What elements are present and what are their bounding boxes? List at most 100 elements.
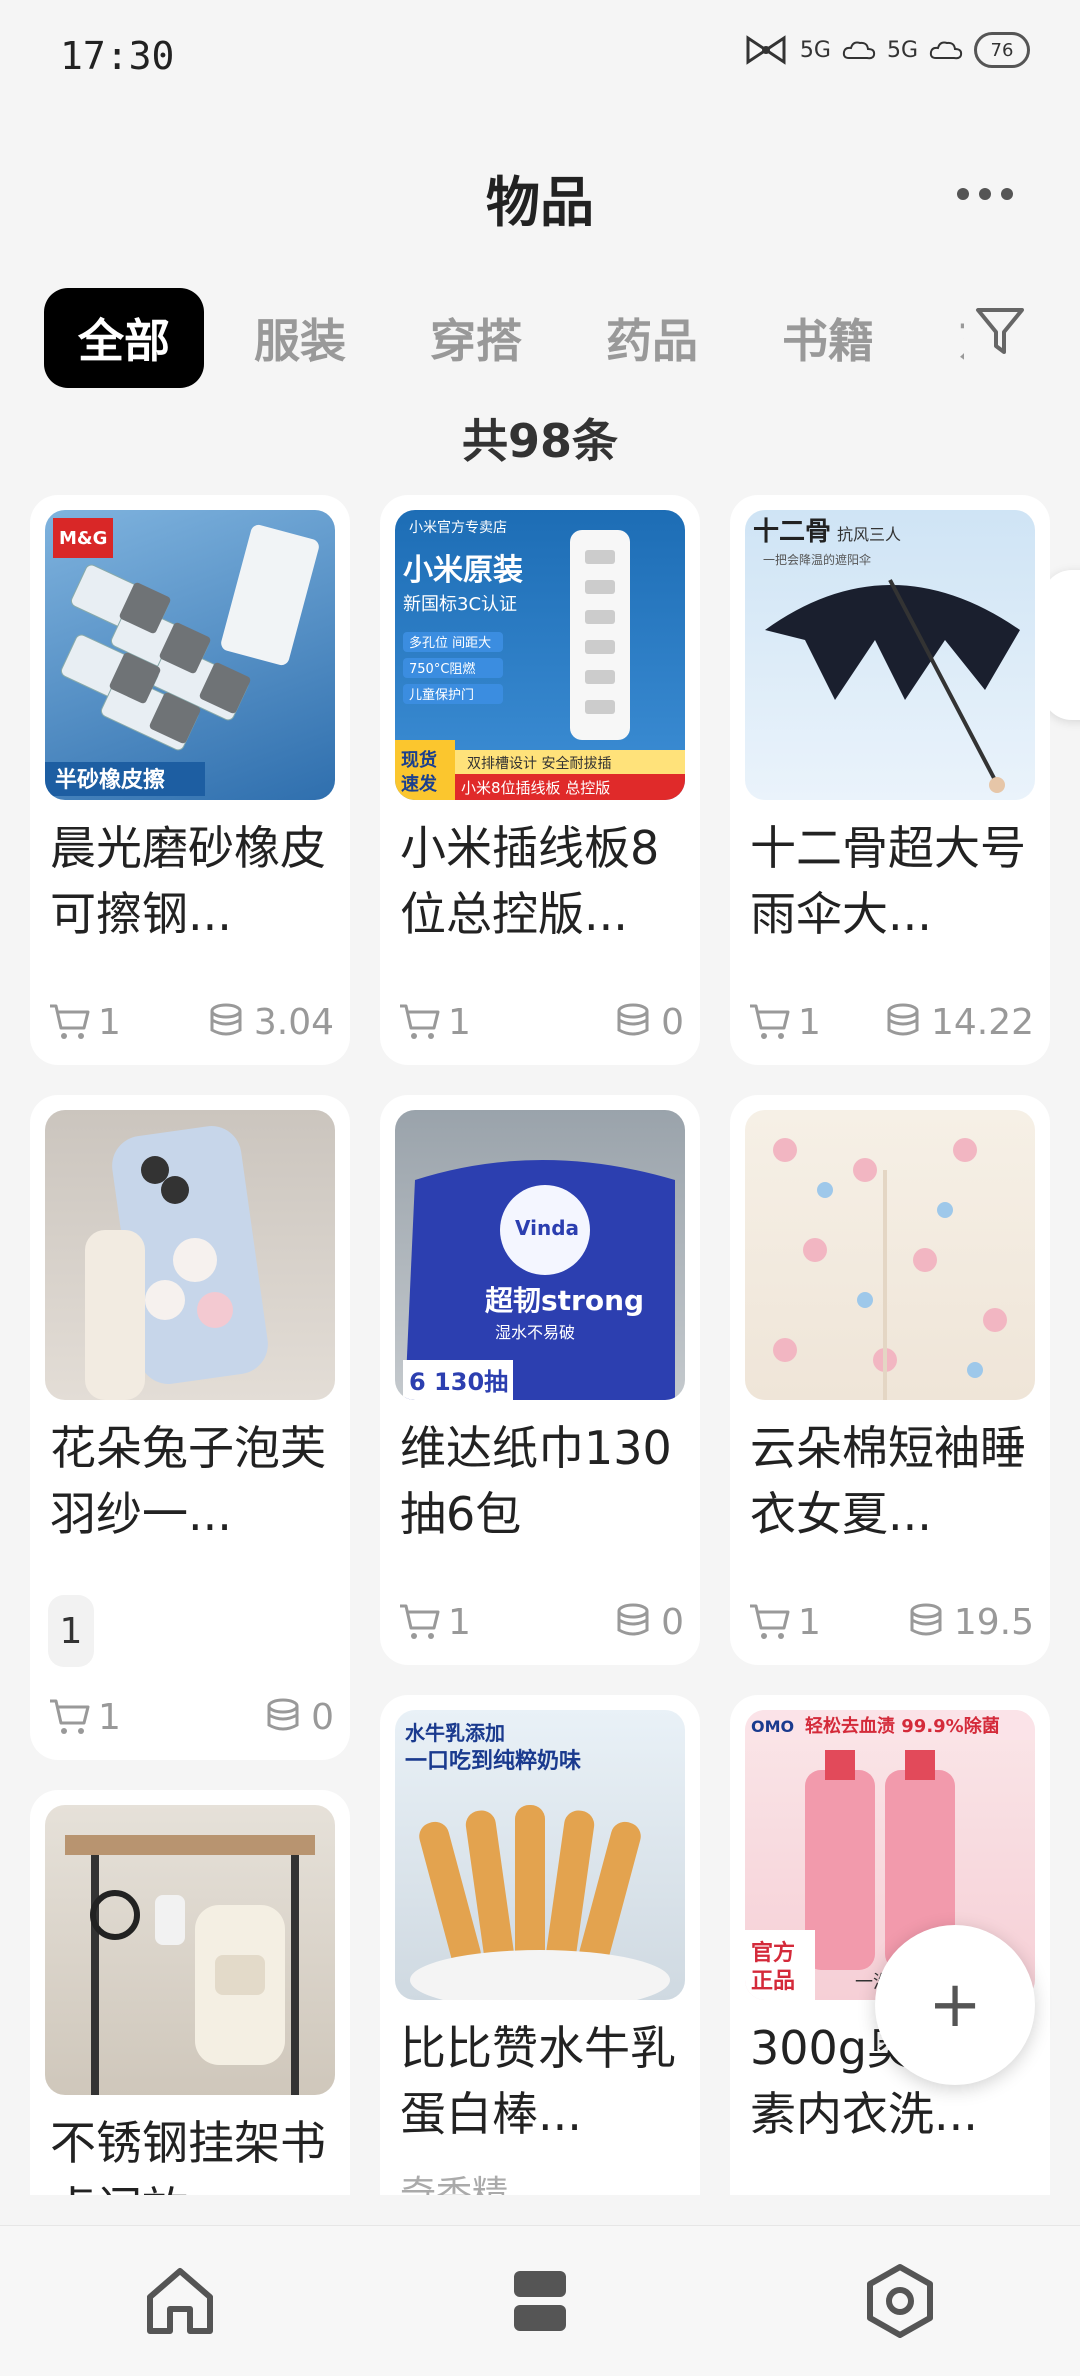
dot-icon xyxy=(957,188,969,200)
items-icon xyxy=(514,2271,566,2331)
svg-text:超韧strong: 超韧strong xyxy=(485,1284,644,1317)
item-card[interactable]: Vinda 超韧strong 湿水不易破 6 130抽 维达纸巾130抽6包 1… xyxy=(380,1095,700,1665)
dot-icon xyxy=(979,188,991,200)
svg-text:半砂橡皮擦: 半砂橡皮擦 xyxy=(55,767,165,793)
item-image xyxy=(745,1110,1035,1400)
tab-clothing[interactable]: 服装 xyxy=(220,288,380,388)
item-title: 花朵兔子泡芙羽纱一... xyxy=(50,1421,326,1541)
svg-text:十二骨: 十二骨 xyxy=(753,517,831,547)
item-quantity: 1 xyxy=(798,1001,821,1043)
svg-text:抗风三人: 抗风三人 xyxy=(837,525,901,544)
bottom-nav xyxy=(0,2225,1080,2376)
item-card[interactable]: 小米官方专卖店 小米原装 新国标3C认证 多孔位 间距大 750°C阻燃 儿童保… xyxy=(380,495,700,1065)
cloud-signal-icon-2 xyxy=(928,38,964,62)
page-title: 物品 xyxy=(486,171,594,234)
item-price: 19.5 xyxy=(953,1601,1034,1643)
item-card[interactable]: 云朵棉短袖睡衣女夏... 1 19.5 xyxy=(730,1095,1050,1665)
battery-icon: 76 xyxy=(974,32,1030,68)
coins-icon xyxy=(267,1698,299,1731)
svg-text:多孔位 间距大: 多孔位 间距大 xyxy=(409,635,491,651)
item-quantity: 1 xyxy=(448,1001,471,1043)
svg-text:正品: 正品 xyxy=(751,1969,795,1994)
nav-items[interactable] xyxy=(495,2256,585,2346)
item-quantity: 1 xyxy=(798,1601,821,1643)
signal-5g-2: 5G xyxy=(886,37,918,63)
status-time: 17:30 xyxy=(60,34,175,78)
item-grid: M&G 半砂橡皮擦 晨光磨砂橡皮可擦钢... 1 3.04 小米官方专卖店 小米… xyxy=(30,495,1050,2195)
svg-text:双排槽设计 安全耐拔插: 双排槽设计 安全耐拔插 xyxy=(467,755,611,772)
tab-all[interactable]: 全部 xyxy=(44,287,204,388)
dot-icon xyxy=(1001,188,1013,200)
item-price: 0 xyxy=(661,1001,684,1043)
filter-icon xyxy=(976,308,1024,354)
svg-text:OMO: OMO xyxy=(751,1717,794,1736)
cart-icon xyxy=(400,1004,440,1039)
svg-text:速发: 速发 xyxy=(401,773,438,795)
tab-more[interactable]: 东 xyxy=(924,288,964,388)
nav-home[interactable] xyxy=(135,2256,225,2346)
item-price: 0 xyxy=(661,1601,684,1643)
item-title: 十二骨超大号雨伞大... xyxy=(750,821,1026,941)
coins-icon xyxy=(887,1003,919,1036)
cart-icon xyxy=(750,1604,790,1639)
status-bar: 17:30 5G 5G 76 xyxy=(0,0,1080,120)
brand-text: M&G xyxy=(59,528,107,549)
item-title: 不锈钢挂架书桌闲放... xyxy=(50,2116,326,2195)
svg-text:轻松去血渍 99.9%除菌: 轻松去血渍 99.9%除菌 xyxy=(805,1715,1000,1737)
item-title: 小米插线板8位总控版... xyxy=(400,821,660,941)
item-footer: 1 0 xyxy=(48,1692,334,1742)
svg-text:官方: 官方 xyxy=(751,1940,795,1966)
item-quantity: 1 xyxy=(448,1601,471,1643)
item-title: 比比赞水牛乳蛋白棒... xyxy=(400,2021,676,2141)
item-image xyxy=(45,1805,335,2095)
cart-icon xyxy=(50,1004,90,1039)
cart-icon xyxy=(750,1004,790,1039)
coins-icon xyxy=(617,1003,649,1036)
svg-text:750°C阻燃: 750°C阻燃 xyxy=(409,661,475,677)
cart-icon xyxy=(400,1604,440,1639)
tab-outfit[interactable]: 穿搭 xyxy=(396,288,556,388)
item-card[interactable]: 花朵兔子泡芙羽纱一... 1 1 0 xyxy=(30,1095,350,1760)
item-card[interactable]: 十二骨 抗风三人 一把会降温的遮阳伞 十二骨超大号雨伞大... 1 14.22 xyxy=(730,495,1050,1065)
item-price: 3.04 xyxy=(253,1001,334,1043)
item-title: 维达纸巾130抽6包 xyxy=(400,1421,672,1541)
tab-books[interactable]: 书籍 xyxy=(748,288,908,388)
item-image: M&G 半砂橡皮擦 xyxy=(45,510,335,800)
item-card[interactable]: M&G 半砂橡皮擦 晨光磨砂橡皮可擦钢... 1 3.04 xyxy=(30,495,350,1065)
settings-icon xyxy=(867,2264,933,2338)
item-image: 小米官方专卖店 小米原装 新国标3C认证 多孔位 间距大 750°C阻燃 儿童保… xyxy=(395,510,685,800)
tab-medicine[interactable]: 药品 xyxy=(572,288,732,388)
item-card[interactable]: 水牛乳添加 一口吃到纯粹奶味 比比赞水牛乳蛋白棒... 奇香精 xyxy=(380,1695,700,2195)
more-button[interactable] xyxy=(950,176,1020,212)
item-count: 共98条 xyxy=(461,414,618,468)
item-title: 云朵棉短袖睡衣女夏... xyxy=(750,1421,1026,1541)
coins-icon xyxy=(617,1603,649,1636)
item-image xyxy=(45,1110,335,1400)
item-footer: 1 14.22 xyxy=(748,997,1034,1047)
item-card[interactable]: 不锈钢挂架书桌闲放... xyxy=(30,1790,350,2195)
item-footer: 1 3.04 xyxy=(48,997,334,1047)
item-footer: 1 0 xyxy=(398,1597,684,1647)
header: 物品 xyxy=(0,140,1080,240)
svg-text:现货: 现货 xyxy=(401,749,437,771)
svg-text:6 130抽: 6 130抽 xyxy=(409,1368,508,1396)
add-item-button[interactable]: + xyxy=(875,1925,1035,2085)
svg-text:一把会降温的遮阳伞: 一把会降温的遮阳伞 xyxy=(763,552,871,567)
item-image: 水牛乳添加 一口吃到纯粹奶味 xyxy=(395,1710,685,2000)
svg-text:水牛乳添加: 水牛乳添加 xyxy=(405,1721,505,1745)
nav-settings[interactable] xyxy=(855,2256,945,2346)
svg-text:小米官方专卖店: 小米官方专卖店 xyxy=(409,520,507,536)
svg-text:新国标3C认证: 新国标3C认证 xyxy=(403,594,517,615)
item-image: Vinda 超韧strong 湿水不易破 6 130抽 xyxy=(395,1110,685,1400)
svg-text:小米原装: 小米原装 xyxy=(403,553,523,588)
item-tag: 1 xyxy=(48,1595,94,1667)
filter-button[interactable] xyxy=(970,300,1030,360)
bow-icon xyxy=(742,32,790,68)
cloud-signal-icon xyxy=(841,38,877,62)
svg-text:小米8位插线板 总控版: 小米8位插线板 总控版 xyxy=(461,779,610,797)
svg-text:湿水不易破: 湿水不易破 xyxy=(495,1323,575,1342)
item-quantity: 1 xyxy=(98,1001,121,1043)
status-icons: 5G 5G 76 xyxy=(742,32,1030,68)
category-tabs: 全部 服装 穿搭 药品 书籍 东 xyxy=(44,285,964,390)
item-footer: 1 19.5 xyxy=(748,1597,1034,1647)
